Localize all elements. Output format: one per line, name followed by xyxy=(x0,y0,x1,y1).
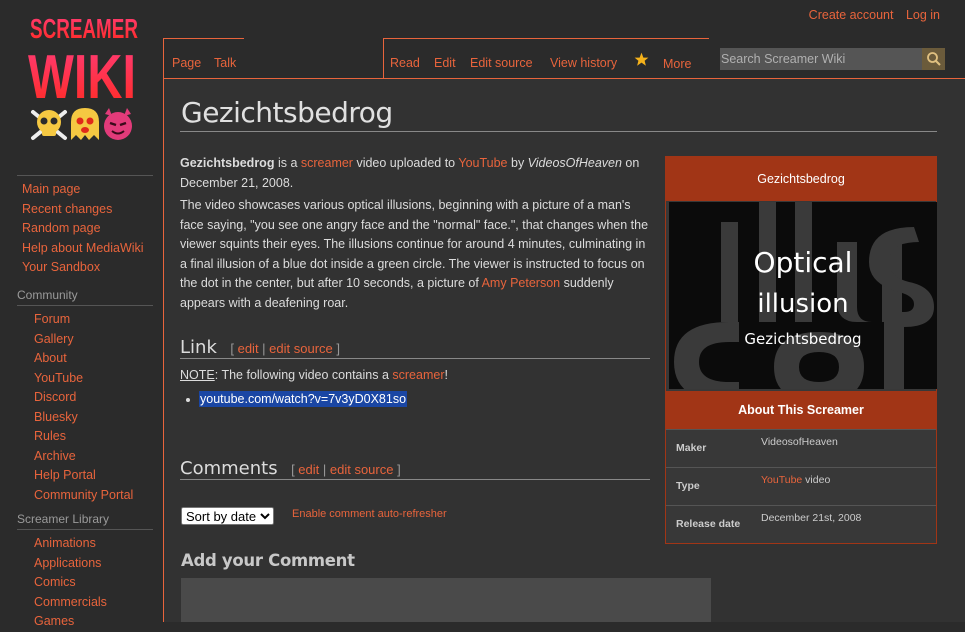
tab-more[interactable]: More xyxy=(663,57,691,71)
sidebar-item-gallery[interactable]: Gallery xyxy=(17,330,153,350)
type-label: Type xyxy=(676,480,700,492)
video-link[interactable]: youtube.com/watch?v=7v3yD0X81so xyxy=(199,391,408,407)
section-heading-comments: Comments [ edit | edit source ] xyxy=(180,458,650,480)
personal-tools: Create account Log in xyxy=(800,8,940,22)
sidebar-item-main-page[interactable]: Main page xyxy=(17,180,153,200)
video-link-item: youtube.com/watch?v=7v3yD0X81so xyxy=(186,391,408,407)
search-button[interactable] xyxy=(922,48,945,70)
comment-input-box[interactable] xyxy=(181,578,711,622)
sidebar-item-youtube[interactable]: YouTube xyxy=(17,369,153,389)
tab-page[interactable]: Page xyxy=(172,56,201,70)
sidebar-item-games[interactable]: Games xyxy=(17,612,153,632)
sidebar-item-commercials[interactable]: Commercials xyxy=(17,593,153,613)
sidebar-item-applications[interactable]: Applications xyxy=(17,554,153,574)
sidebar-item-help-about-mediawiki[interactable]: Help about MediaWiki xyxy=(17,239,153,259)
type-value: YouTube video xyxy=(761,474,831,486)
sidebar-item-recent-changes[interactable]: Recent changes xyxy=(17,200,153,220)
tab-view-history[interactable]: View history xyxy=(550,56,617,70)
tab-edit[interactable]: Edit xyxy=(434,56,456,70)
sidebar-item-about[interactable]: About xyxy=(17,349,153,369)
youtube-link[interactable]: YouTube xyxy=(458,156,507,170)
main-content: Gezichtsbedrog Gezichtsbedrog is a screa… xyxy=(163,78,965,622)
logo-line1: SCREAMER xyxy=(30,13,138,44)
sidebar-item-comics[interactable]: Comics xyxy=(17,573,153,593)
devil-icon xyxy=(104,108,132,140)
infobox-row-maker: Maker VideosofHeaven xyxy=(666,429,936,468)
type-youtube-link[interactable]: YouTube xyxy=(761,474,802,486)
search-icon xyxy=(927,52,941,66)
infobox-row-release: Release date December 21st, 2008 xyxy=(666,505,936,544)
infobox-row-type: Type YouTube video xyxy=(666,467,936,506)
subject-bold: Gezichtsbedrog xyxy=(180,156,275,170)
ghost-icon xyxy=(71,108,99,140)
add-comment-heading: Add your Comment xyxy=(181,551,355,570)
comments-edit-link[interactable]: edit xyxy=(298,462,319,477)
release-value: December 21st, 2008 xyxy=(761,512,862,524)
login-link[interactable]: Log in xyxy=(906,8,940,22)
screamer-link[interactable]: screamer xyxy=(301,156,353,170)
sidebar: SCREAMER WIKI Main page Recent changes R… xyxy=(0,0,163,628)
infobox: Gezichtsbedrog Optical illusion Gezichts… xyxy=(665,156,937,544)
page-title: Gezichtsbedrog xyxy=(181,96,393,129)
maker-label: Maker xyxy=(676,442,707,454)
image-text-line2: illusion xyxy=(757,289,848,319)
title-divider xyxy=(180,131,937,132)
screamer-note: NOTE: The following video contains a scr… xyxy=(180,368,448,382)
view-tabs: Read Edit Edit source View history More xyxy=(383,38,709,79)
sidebar-item-rules[interactable]: Rules xyxy=(17,427,153,447)
paragraph-description: The video showcases various optical illu… xyxy=(180,198,649,310)
paragraph-intro: Gezichtsbedrog is a screamer video uploa… xyxy=(180,156,640,190)
site-logo[interactable]: SCREAMER WIKI xyxy=(22,10,147,145)
sidebar-item-your-sandbox[interactable]: Your Sandbox xyxy=(17,258,153,278)
sidebar-item-animations[interactable]: Animations xyxy=(17,534,153,554)
comment-sort-select[interactable]: Sort by date xyxy=(181,507,274,525)
search-box xyxy=(720,48,945,70)
tab-read[interactable]: Read xyxy=(390,56,420,70)
namespace-tabs: Page Talk xyxy=(163,38,244,79)
infobox-image[interactable]: Optical illusion Gezichtsbedrog xyxy=(669,202,937,389)
sidebar-item-discord[interactable]: Discord xyxy=(17,388,153,408)
sidebar-heading-library: Screamer Library xyxy=(17,512,153,530)
tab-edit-source[interactable]: Edit source xyxy=(470,56,533,70)
search-input[interactable] xyxy=(720,48,918,70)
image-text-line3: Gezichtsbedrog xyxy=(744,330,861,348)
maker-value: VideosofHeaven xyxy=(761,436,838,448)
sidebar-item-community-portal[interactable]: Community Portal xyxy=(17,486,153,506)
sidebar-item-help-portal[interactable]: Help Portal xyxy=(17,466,153,486)
tab-talk[interactable]: Talk xyxy=(214,56,236,70)
infobox-about-heading: About This Screamer xyxy=(666,391,936,429)
watch-star-icon[interactable] xyxy=(634,52,649,70)
logo-line2: WIKI xyxy=(28,43,136,112)
article-body: Gezichtsbedrog is a screamer video uploa… xyxy=(180,154,650,316)
create-account-link[interactable]: Create account xyxy=(809,8,894,22)
link-edit-link[interactable]: edit xyxy=(238,341,259,356)
note-screamer-link[interactable]: screamer xyxy=(392,368,444,382)
infobox-title: Gezichtsbedrog xyxy=(666,157,936,201)
sidebar-navigation: Main page Recent changes Random page Help a… xyxy=(17,175,153,278)
sidebar-item-forum[interactable]: Forum xyxy=(17,310,153,330)
sidebar-item-random-page[interactable]: Random page xyxy=(17,219,153,239)
amy-peterson-link[interactable]: Amy Peterson xyxy=(482,276,561,290)
sidebar-community: Community Forum Gallery About YouTube Discor… xyxy=(17,288,153,505)
sidebar-screamer-library: Screamer Library Animations Applications C… xyxy=(17,512,153,632)
section-heading-link: Link [ edit | edit source ] xyxy=(180,337,650,359)
uploader-name: VideosOfHeaven xyxy=(527,156,622,170)
auto-refresher-link[interactable]: Enable comment auto-refresher xyxy=(292,508,447,520)
skull-icon xyxy=(31,110,67,140)
image-text-line1: Optical xyxy=(754,246,853,279)
comments-edit-source-link[interactable]: edit source xyxy=(330,462,394,477)
sidebar-item-bluesky[interactable]: Bluesky xyxy=(17,408,153,428)
release-label: Release date xyxy=(676,518,741,530)
sidebar-heading-community: Community xyxy=(17,288,153,306)
link-edit-source-link[interactable]: edit source xyxy=(269,341,333,356)
sidebar-item-archive[interactable]: Archive xyxy=(17,447,153,467)
